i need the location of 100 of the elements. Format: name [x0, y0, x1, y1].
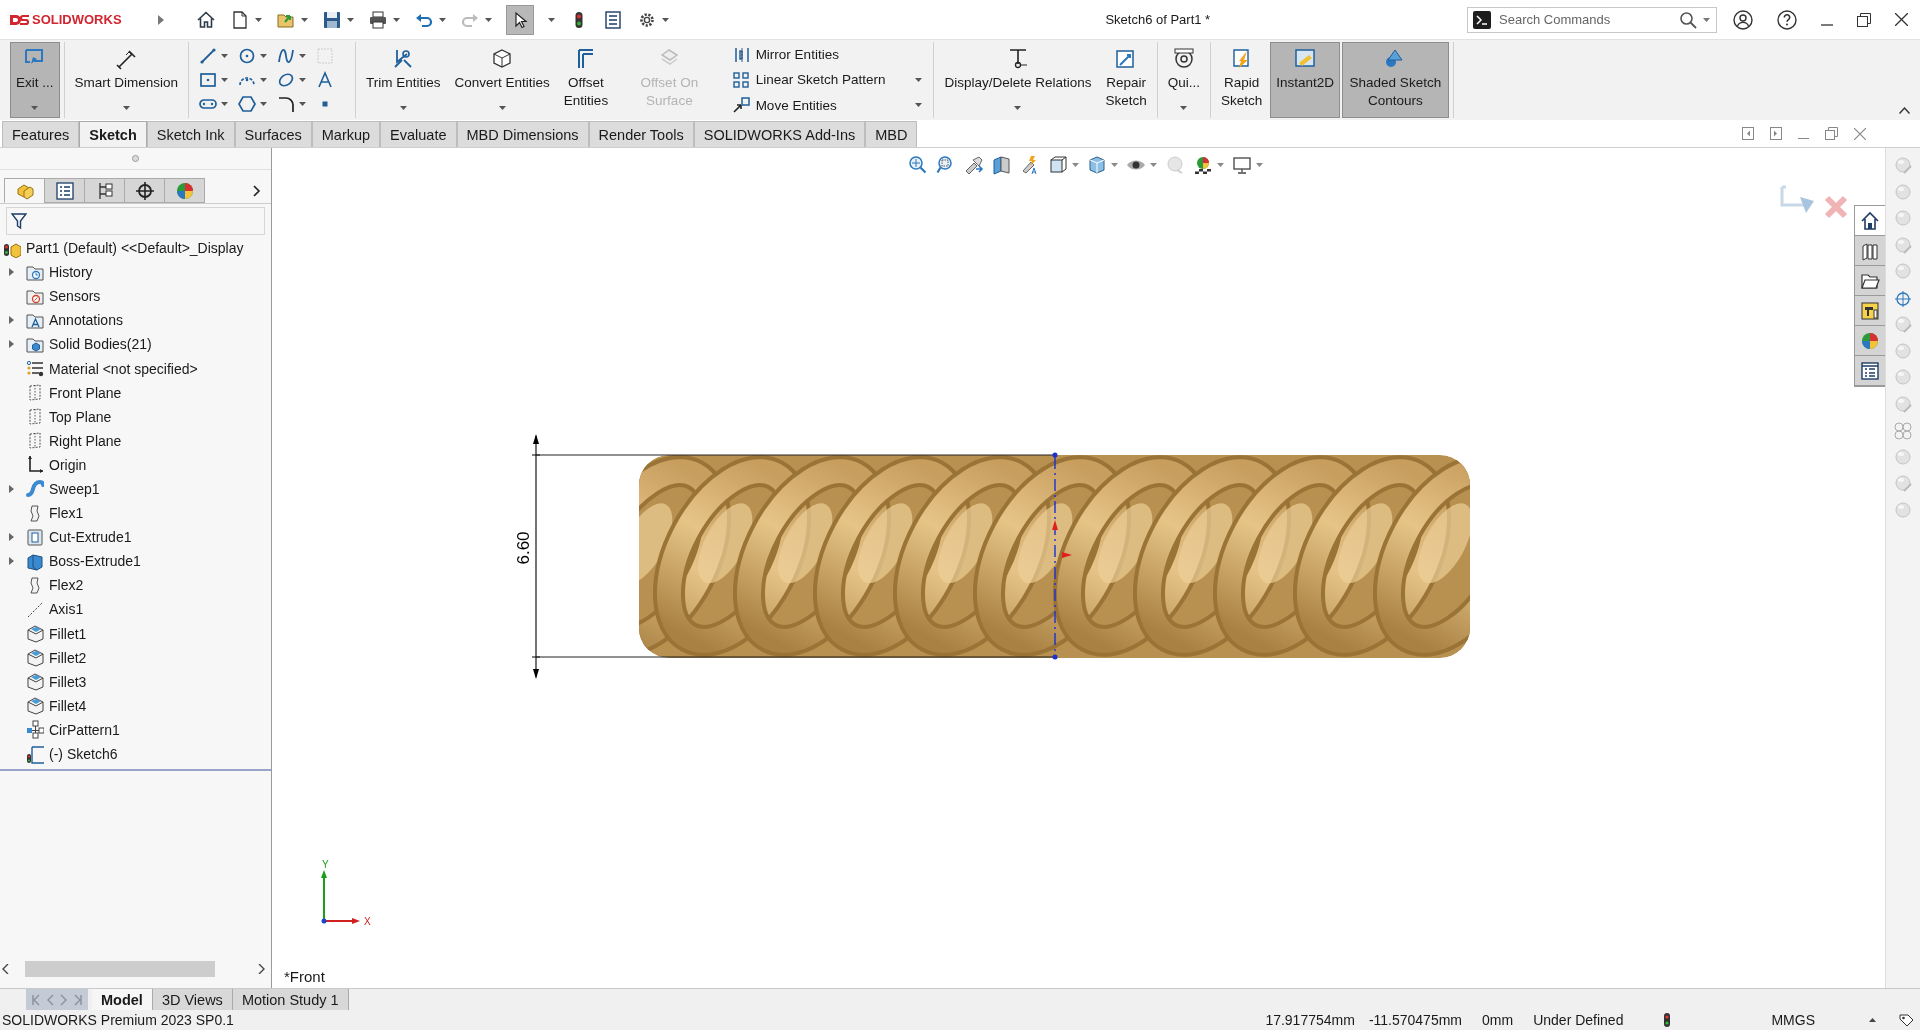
caret-icon[interactable]	[31, 106, 39, 110]
command-button[interactable]: Smart Dimension	[68, 42, 185, 118]
search-icon[interactable]	[1679, 10, 1697, 29]
caret-icon[interactable]	[1014, 106, 1022, 110]
expand-arrow-icon[interactable]	[8, 485, 14, 493]
caret-icon[interactable]	[260, 54, 268, 58]
line-icon[interactable]	[199, 47, 218, 65]
caret-icon[interactable]	[260, 102, 268, 106]
bottom-tab[interactable]: Model	[92, 989, 153, 1010]
expand-arrow-icon[interactable]	[8, 533, 14, 542]
scene-icon[interactable]	[1193, 155, 1213, 175]
command-button[interactable]: Move Entities	[728, 94, 926, 117]
ribbon-tab[interactable]: Sketch Ink	[146, 121, 235, 147]
collapse-icon[interactable]	[1899, 107, 1910, 114]
restore-icon[interactable]	[1857, 12, 1871, 27]
view-cube-icon[interactable]	[1048, 155, 1068, 175]
caret-icon[interactable]	[260, 78, 268, 82]
caret-icon[interactable]	[254, 17, 262, 22]
command-button[interactable]: Trim Entities	[360, 42, 447, 118]
caret-icon[interactable]	[484, 17, 492, 22]
panel-tab[interactable]	[84, 178, 125, 203]
command-button[interactable]: Instant2D	[1270, 42, 1341, 118]
expand-arrow-icon[interactable]	[8, 316, 14, 325]
ribbon-tab[interactable]: Features	[2, 121, 80, 147]
binoculars-icon[interactable]	[964, 155, 984, 175]
tree-item[interactable]: Origin	[0, 452, 271, 477]
chevron-right-icon[interactable]	[253, 184, 261, 197]
tree-item[interactable]: Axis1	[0, 597, 271, 622]
caret-icon[interactable]	[438, 17, 446, 22]
tree-item[interactable]: History	[0, 260, 271, 285]
section-view-icon[interactable]	[992, 155, 1012, 175]
monitor-icon[interactable]	[1232, 155, 1252, 175]
sketch-point[interactable]	[1052, 654, 1058, 660]
tree-item[interactable]: Boss-Extrude1	[0, 549, 271, 574]
caret-icon[interactable]	[1703, 17, 1710, 22]
tree-item[interactable]: Flex2	[0, 573, 271, 598]
panel-left-icon[interactable]	[1742, 127, 1754, 140]
ribbon-tab[interactable]: Markup	[311, 121, 381, 147]
caret-up-icon[interactable]	[1869, 1018, 1876, 1022]
ribbon-tab[interactable]: Evaluate	[380, 121, 457, 147]
direction-arrow-icon[interactable]	[1052, 520, 1058, 530]
caret-icon[interactable]	[915, 78, 923, 82]
bottom-tab[interactable]: Motion Study 1	[232, 989, 349, 1010]
panel-tab[interactable]	[44, 178, 85, 203]
tree-item[interactable]: Fillet1	[0, 621, 271, 646]
caret-icon[interactable]	[547, 17, 555, 22]
ellipse-icon[interactable]	[277, 71, 296, 89]
ribbon-tab[interactable]: MBD	[865, 121, 918, 147]
caret-icon[interactable]	[221, 54, 229, 58]
scrollbar-thumb[interactable]	[25, 961, 215, 977]
caret-icon[interactable]	[346, 17, 354, 22]
caret-icon[interactable]	[661, 17, 669, 22]
caret-icon[interactable]	[1180, 106, 1188, 110]
caret-icon[interactable]	[1217, 163, 1224, 167]
sketch-point[interactable]	[1052, 452, 1058, 458]
text-tool-icon[interactable]	[316, 71, 335, 89]
expand-arrow-icon[interactable]	[8, 268, 14, 277]
help-icon[interactable]	[1777, 9, 1797, 30]
tree-item[interactable]: Cut-Extrude1	[0, 525, 271, 550]
tree-item[interactable]: Fillet2	[0, 645, 271, 670]
search-bar[interactable]: Search Commands	[1467, 6, 1717, 33]
tree-item[interactable]: Solid Bodies(21)	[0, 332, 271, 357]
command-button[interactable]: Rapid Sketch	[1215, 42, 1269, 118]
tree-item[interactable]: Sweep1	[0, 476, 271, 502]
command-button[interactable]: Repair Sketch	[1099, 42, 1153, 118]
command-button[interactable]: Convert Entities	[448, 42, 556, 118]
ribbon-tab[interactable]: SOLIDWORKS Add-Ins	[693, 121, 866, 147]
spline-icon[interactable]	[277, 47, 296, 65]
ribbon-tab[interactable]: Sketch	[79, 121, 147, 147]
units-selector[interactable]: MMGS	[1771, 1012, 1815, 1028]
sketch-fillet-icon[interactable]	[277, 95, 296, 113]
command-button[interactable]: Linear Sketch Pattern	[728, 69, 926, 91]
zoom-fit-icon[interactable]	[908, 155, 928, 175]
select-button[interactable]	[505, 4, 534, 35]
ribbon-tab[interactable]: Surfaces	[234, 121, 312, 147]
dimension-value[interactable]: 6.60	[514, 531, 533, 565]
caret-icon[interactable]	[300, 17, 308, 22]
caret-icon[interactable]	[399, 106, 407, 110]
tree-item[interactable]: Fillet3	[0, 669, 271, 694]
save-icon[interactable]	[321, 9, 342, 30]
panel-tab[interactable]	[124, 178, 165, 203]
caret-icon[interactable]	[915, 103, 923, 108]
close-icon[interactable]	[1895, 13, 1908, 26]
caret-icon[interactable]	[122, 106, 130, 110]
caret-icon[interactable]	[299, 78, 307, 82]
tree-item[interactable]: Material <not specified>	[0, 356, 271, 381]
expand-arrow-icon[interactable]	[8, 340, 14, 349]
print-icon[interactable]	[367, 9, 388, 30]
expand-arrow-icon[interactable]	[8, 557, 14, 566]
command-button[interactable]: Offset Entities	[557, 42, 615, 118]
tree-item[interactable]: Sensors	[0, 284, 271, 309]
ribbon-tab[interactable]: Render Tools	[588, 121, 694, 147]
caret-icon[interactable]	[1072, 163, 1079, 167]
lightning-icon[interactable]	[1020, 155, 1040, 175]
command-button[interactable]: Exit ...	[10, 42, 60, 118]
filter-field[interactable]	[6, 207, 265, 235]
list-icon[interactable]	[602, 9, 623, 30]
tree-item[interactable]: Fillet4	[0, 693, 271, 718]
user-icon[interactable]	[1733, 9, 1753, 30]
command-button[interactable]: Display/Delete Relations	[938, 42, 1098, 118]
